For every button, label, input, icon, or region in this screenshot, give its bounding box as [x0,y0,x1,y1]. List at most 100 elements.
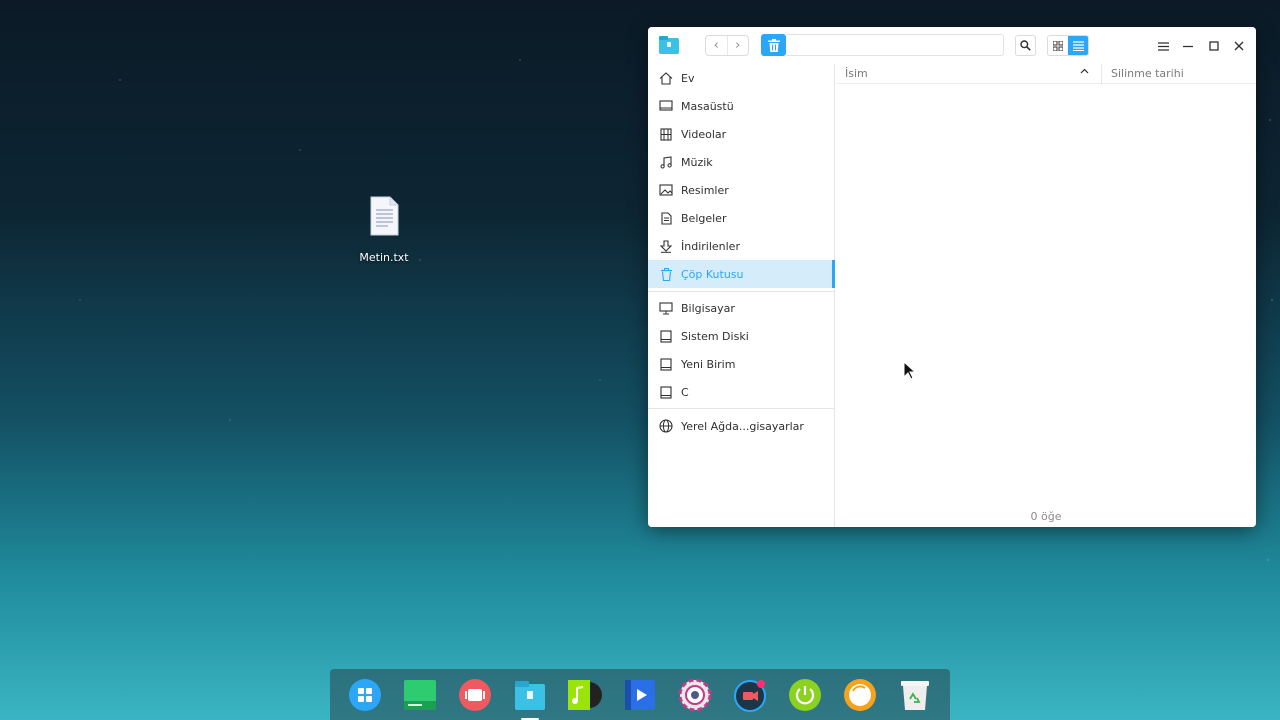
sidebar-item-label: Masaüstü [681,99,734,113]
disk-icon [658,384,674,400]
sidebar-item-pictures[interactable]: Resimler [648,176,835,204]
dock-terminal[interactable] [401,676,439,714]
pictures-icon [658,182,674,198]
file-manager-app-icon [659,36,679,54]
dock-music[interactable] [566,676,604,714]
dock-trash[interactable] [896,676,934,714]
sidebar-item-label: Resimler [681,183,729,197]
forward-button[interactable]: › [726,36,749,55]
minimize-icon [1183,45,1193,48]
dock-screen-recorder[interactable] [731,676,769,714]
menu-button[interactable] [1152,35,1174,57]
music-icon [658,154,674,170]
sidebar-item-label: Yerel Ağda...gisayarlar [681,419,804,433]
search-icon [1020,40,1031,51]
column-header: İsim Silinme tarihi [836,64,1256,84]
disk-icon [658,356,674,372]
text-file-icon [370,196,399,236]
file-manager-icon [515,680,546,710]
icon-view-button[interactable] [1048,36,1068,55]
trash-icon [767,38,780,52]
grid-icon [1053,40,1063,51]
screenshot-icon [459,678,492,711]
file-manager-window: ‹ › Ev Masaüstü Videolar Müzik Resimler … [648,27,1256,527]
navigation-buttons: ‹ › [705,35,749,56]
computer-icon [658,300,674,316]
sidebar-item-c-drive[interactable]: C [648,378,835,406]
videos-icon [658,126,674,142]
sidebar-item-label: Videolar [681,127,727,141]
hamburger-menu-icon [1157,41,1169,51]
dock-shutdown[interactable] [786,676,824,714]
sidebar-item-videos[interactable]: Videolar [648,120,835,148]
home-icon [658,70,674,86]
sidebar: Ev Masaüstü Videolar Müzik Resimler Belg… [648,64,835,527]
sidebar-item-label: Müzik [681,155,713,169]
screen-recorder-icon [733,679,766,712]
deepin-store-icon [843,678,876,711]
trash-bin-icon [900,680,929,710]
sidebar-item-label: Ev [681,71,695,85]
sidebar-item-music[interactable]: Müzik [648,148,835,176]
view-mode-switch [1047,35,1089,56]
desktop-icon [658,98,674,114]
sidebar-item-label: Belgeler [681,211,727,225]
mouse-cursor-icon [903,361,917,380]
network-icon [658,418,674,434]
search-button[interactable] [1015,35,1036,56]
back-button[interactable]: ‹ [706,36,727,55]
sidebar-item-trash[interactable]: Çöp Kutusu [648,260,835,288]
sidebar-item-label: Bilgisayar [681,301,735,315]
file-list-view[interactable]: İsim Silinme tarihi 0 öğe [836,64,1256,527]
breadcrumb-trash[interactable] [761,34,786,56]
close-button[interactable] [1228,35,1250,57]
sidebar-item-desktop[interactable]: Masaüstü [648,92,835,120]
address-bar[interactable] [786,34,1004,56]
sidebar-item-network[interactable]: Yerel Ağda...gisayarlar [648,412,835,440]
title-bar[interactable]: ‹ › [648,27,1256,64]
sidebar-divider [648,291,835,292]
item-count-status: 0 öğe [1030,510,1062,523]
launcher-icon [349,678,382,711]
dock-settings[interactable] [676,676,714,714]
settings-gear-icon [678,678,712,711]
sidebar-item-computer[interactable]: Bilgisayar [648,294,835,322]
list-icon [1072,40,1084,51]
sidebar-item-new-volume[interactable]: Yeni Birim [648,350,835,378]
desktop-file-metin[interactable]: Metin.txt [344,196,424,264]
column-divider[interactable] [1101,64,1102,84]
list-view-button[interactable] [1068,36,1088,55]
sidebar-item-system-disk[interactable]: Sistem Diski [648,322,835,350]
sidebar-item-downloads[interactable]: İndirilenler [648,232,835,260]
sidebar-divider [648,408,835,409]
dock-launcher[interactable] [346,676,384,714]
maximize-button[interactable] [1203,35,1225,57]
sidebar-item-label: İndirilenler [681,239,740,253]
close-icon [1234,41,1244,51]
column-name-header[interactable]: İsim [845,67,868,80]
sidebar-item-label: Yeni Birim [681,357,736,371]
desktop-file-label: Metin.txt [359,251,409,264]
sidebar-item-label: C [681,385,689,399]
maximize-icon [1209,41,1219,51]
dock-deepin-app[interactable] [841,676,879,714]
disk-icon [658,328,674,344]
music-player-icon [568,679,603,710]
sidebar-item-documents[interactable]: Belgeler [648,204,835,232]
movie-player-icon [624,679,655,710]
power-icon [788,678,821,711]
dock-movie[interactable] [621,676,659,714]
sidebar-item-home[interactable]: Ev [648,64,835,92]
sidebar-item-label: Çöp Kutusu [681,267,744,281]
trash-icon [658,266,674,282]
dock-screenshot[interactable] [456,676,494,714]
documents-icon [658,210,674,226]
terminal-icon [404,679,437,710]
dock-file-manager[interactable] [511,676,549,720]
downloads-icon [658,238,674,254]
column-deleted-date-header[interactable]: Silinme tarihi [1111,67,1184,80]
sort-ascending-icon[interactable] [1080,66,1089,77]
minimize-button[interactable] [1177,35,1199,57]
sidebar-item-label: Sistem Diski [681,329,749,343]
dock [330,669,950,720]
